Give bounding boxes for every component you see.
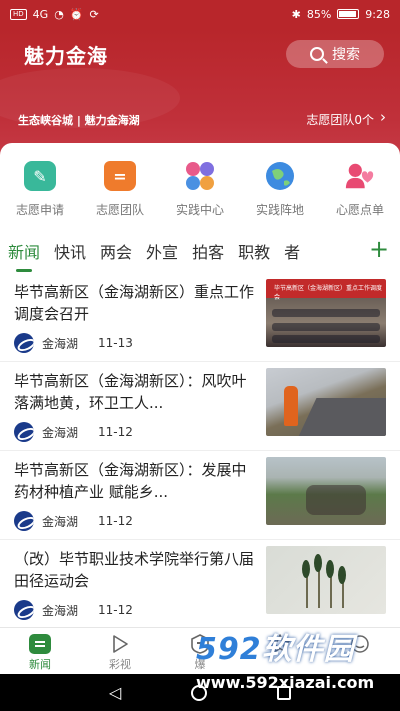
tab-more[interactable]: 者 [284,239,300,263]
battery-icon [337,9,360,19]
back-icon[interactable]: ◁ [109,683,121,702]
news-source: 金海湖 [42,514,79,529]
watermark-number: 592 [196,632,262,667]
list-item[interactable]: 毕节高新区（金海湖新区）重点工作调度会召开 金海湖 11-13 毕节高新区（金海… [0,273,400,362]
source-logo-icon [14,600,34,620]
news-thumbnail [266,457,386,525]
heart-person-icon [344,161,376,191]
nav-news[interactable]: 新闻 [0,628,80,674]
battery-percent: 85% [306,7,332,21]
alarm-icon: ⏰ [69,7,84,21]
tab-news[interactable]: 新闻 [8,239,40,272]
signal-indicator: 4G [32,7,49,21]
quicknav-item-practice-base[interactable]: 实践阵地 [240,143,320,229]
quick-nav: ✎ 志愿申请 = 志愿团队 实践中心 实践阵地 心愿点单 [0,143,400,229]
news-meta: 金海湖 11-12 [14,511,133,531]
quicknav-label: 心愿点单 [335,203,384,217]
news-list: 毕节高新区（金海湖新区）重点工作调度会召开 金海湖 11-13 毕节高新区（金海… [0,273,400,629]
quicknav-label: 实践阵地 [255,203,304,217]
news-title: 毕节高新区（金海湖新区）：发展中药材种植产业 赋能乡... [14,461,247,501]
tab-publicity[interactable]: 外宣 [146,239,178,263]
news-thumbnail [266,546,386,614]
watermark-text: 软件园 [261,632,355,667]
source-logo-icon [14,333,34,353]
search-label: 搜索 [332,47,360,63]
news-title: 毕节高新区（金海湖新区）重点工作调度会召开 [14,283,255,323]
news-date: 11-12 [98,603,133,617]
pencil-card-icon: ✎ [24,161,56,191]
tab-two-sessions[interactable]: 两会 [100,239,132,263]
news-source: 金海湖 [42,425,79,440]
nav-video[interactable]: 彩视 [80,628,160,674]
news-meta: 金海湖 11-12 [14,422,133,442]
quicknav-item-practice-center[interactable]: 实践中心 [160,143,240,229]
quicknav-item-wish-order[interactable]: 心愿点单 [320,143,400,229]
news-date: 11-12 [98,514,133,528]
sync-icon: ⟳ [89,7,99,21]
bluetooth-icon: ✱ [291,7,301,21]
chevron-right-icon[interactable]: › [380,108,386,126]
source-logo-icon [14,422,34,442]
news-source: 金海湖 [42,603,79,618]
news-meta: 金海湖 11-12 [14,600,133,620]
list-item[interactable]: （改）毕节职业技术学院举行第八届田径运动会 金海湖 11-12 [0,540,400,629]
house-team-icon: = [104,161,136,191]
source-logo-icon [14,511,34,531]
list-item[interactable]: 毕节高新区（金海湖新区）：发展中药材种植产业 赋能乡... 金海湖 11-12 [0,451,400,540]
thumbnail-caption: 毕节高新区（金海湖新区）重点工作调度会 [274,285,383,301]
tab-flash[interactable]: 快讯 [54,239,86,263]
news-thumbnail [266,368,386,436]
news-title: 毕节高新区（金海湖新区）：风吹叶落满地黄，环卫工人... [14,372,247,412]
quicknav-label: 志愿团队 [95,203,144,217]
add-channel-button[interactable]: + [366,237,392,263]
globe-icon [264,161,296,191]
news-date: 11-13 [98,336,133,350]
volunteer-team-count[interactable]: 志愿团队0个 [306,111,374,128]
nav-label: 新闻 [29,658,51,671]
news-title: （改）毕节职业技术学院举行第八届田径运动会 [14,550,255,590]
search-button[interactable]: 搜索 [286,40,384,68]
slogan-text: 生态峡谷城 | 魅力金海湖 [18,114,140,127]
channel-tabs: 新闻 快讯 两会 外宣 拍客 职教 者 + [0,229,400,273]
tab-photographer[interactable]: 拍客 [192,239,224,263]
wifi-icon: ◔ [54,7,64,21]
tab-vocational[interactable]: 职教 [238,239,270,263]
watermark-url: www.592xiazai.com [196,673,375,692]
quicknav-label: 志愿申请 [15,203,64,217]
news-thumbnail: 毕节高新区（金海湖新区）重点工作调度会 [266,279,386,347]
quicknav-item-volunteer-apply[interactable]: ✎ 志愿申请 [0,143,80,229]
clock: 9:28 [365,7,390,21]
list-item[interactable]: 毕节高新区（金海湖新区）：风吹叶落满地黄，环卫工人... 金海湖 11-12 [0,362,400,451]
app-title: 魅力金海 [24,44,108,68]
site-watermark: 592软件园 www.592xiazai.com [196,633,396,705]
hd-indicator: HD [10,8,27,20]
nav-label: 彩视 [109,658,131,671]
search-icon [310,47,324,61]
quicknav-item-volunteer-team[interactable]: = 志愿团队 [80,143,160,229]
news-source: 金海湖 [42,336,79,351]
four-circles-icon [184,161,216,191]
status-bar: HD 4G ◔ ⏰ ⟳ ✱ 85% 9:28 [0,0,400,28]
app-header: 魅力金海 搜索 生态峡谷城 | 魅力金海湖 志愿团队0个 › [0,28,400,158]
play-icon [109,634,131,654]
quicknav-label: 实践中心 [175,203,224,217]
news-date: 11-12 [98,425,133,439]
news-icon [29,634,51,654]
news-meta: 金海湖 11-13 [14,333,133,353]
